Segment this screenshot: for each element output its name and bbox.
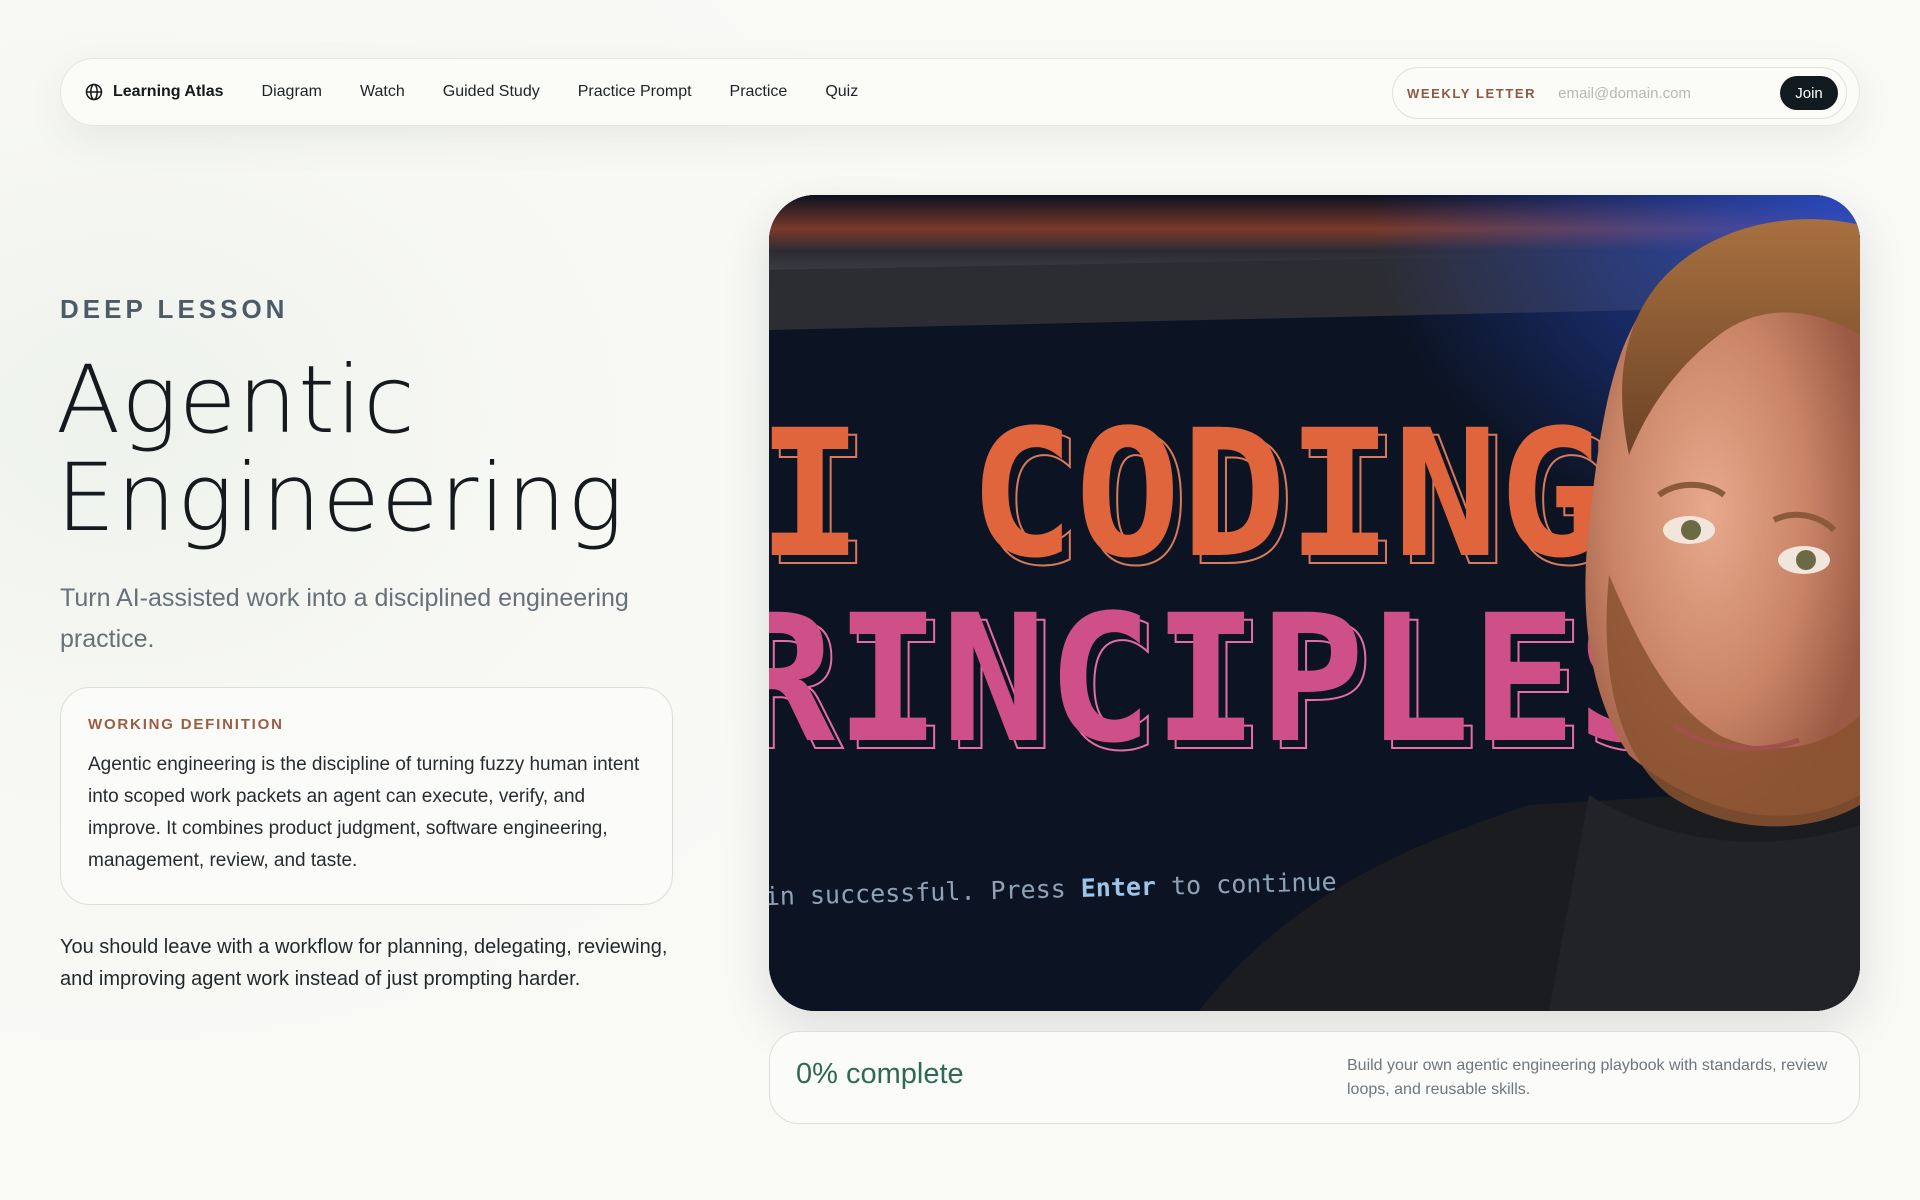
brand-link[interactable]: Learning Atlas (85, 83, 224, 101)
globe-icon (85, 83, 103, 101)
email-input[interactable] (1558, 84, 1769, 102)
terminal-suffix: to continue (1156, 867, 1337, 901)
definition-text: Agentic engineering is the discipline of… (88, 754, 640, 871)
video-player[interactable]: I CODING I CODING RINCIPLES RINCIPLES in… (769, 195, 1860, 1011)
progress-status: 0% complete (796, 1058, 964, 1090)
progress-description: Build your own agentic engineering playb… (1347, 1057, 1828, 1098)
definition-card: WORKING DEFINITION Agentic engineering i… (60, 687, 673, 905)
title-line-2: Engineering (56, 444, 625, 553)
progress-card: 0% complete Build your own agentic engin… (769, 1031, 1860, 1124)
nav-link-practice-prompt[interactable]: Practice Prompt (578, 83, 692, 101)
brand-name: Learning Atlas (113, 83, 224, 100)
join-button[interactable]: Join (1780, 76, 1838, 110)
terminal-key: Enter (1080, 872, 1156, 903)
thumbnail-line-1: I CODING (769, 392, 1605, 597)
lesson-outcome: You should leave with a workflow for pla… (60, 936, 668, 990)
nav-link-practice[interactable]: Practice (730, 83, 788, 101)
nav-link-watch[interactable]: Watch (360, 83, 405, 101)
lesson-eyebrow: DEEP LESSON (60, 294, 289, 324)
newsletter-signup: WEEKLY LETTER Join (1392, 67, 1847, 119)
nav-link-quiz[interactable]: Quiz (825, 83, 858, 101)
nav-link-diagram[interactable]: Diagram (262, 83, 322, 101)
lesson-subtitle: Turn AI-assisted work into a disciplined… (60, 584, 629, 653)
nav-link-guided-study[interactable]: Guided Study (443, 83, 540, 101)
top-nav: Learning Atlas Diagram Watch Guided Stud… (60, 58, 1860, 126)
title-line-1: Agentic (56, 346, 416, 455)
definition-label: WORKING DEFINITION (88, 716, 284, 733)
video-thumbnail: I CODING I CODING RINCIPLES RINCIPLES in… (769, 195, 1860, 1011)
thumbnail-line-2: RINCIPLES (769, 577, 1683, 782)
page-title: Agentic Engineering (56, 352, 676, 548)
newsletter-label: WEEKLY LETTER (1407, 85, 1537, 101)
nav-links: Diagram Watch Guided Study Practice Prom… (262, 83, 859, 101)
